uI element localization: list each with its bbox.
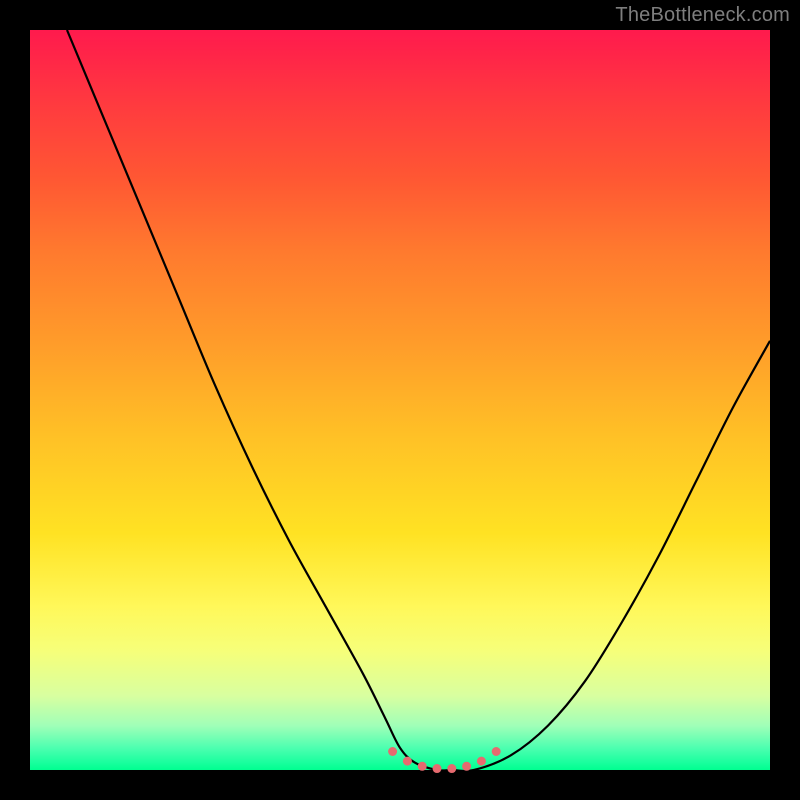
chart-svg — [30, 30, 770, 770]
marker-dot — [462, 762, 471, 771]
bottleneck-curve — [67, 30, 770, 771]
chart-frame: TheBottleneck.com — [0, 0, 800, 800]
marker-dot — [403, 757, 412, 766]
plot-area — [30, 30, 770, 770]
optimal-range-markers — [388, 747, 501, 773]
watermark-text: TheBottleneck.com — [615, 4, 790, 27]
marker-dot — [492, 747, 501, 756]
marker-dot — [477, 757, 486, 766]
marker-dot — [433, 764, 442, 773]
marker-dot — [388, 747, 397, 756]
marker-dot — [447, 764, 456, 773]
marker-dot — [418, 762, 427, 771]
